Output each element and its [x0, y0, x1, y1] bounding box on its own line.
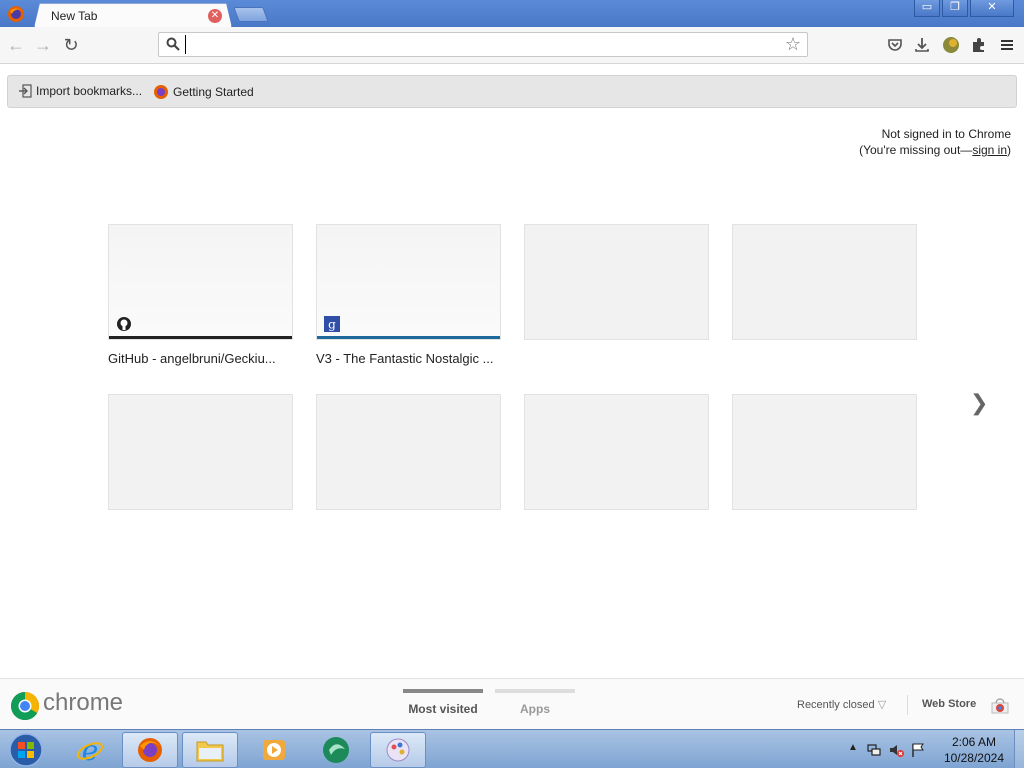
- bookmarks-bar: Import bookmarks... Getting Started: [7, 75, 1017, 108]
- pocket-icon[interactable]: [886, 36, 904, 54]
- profile-avatar-icon[interactable]: [942, 36, 960, 54]
- signin-notice: Not signed in to Chrome (You're missing …: [859, 126, 1011, 158]
- windows-taskbar: e ▲ 2:06 AM 10/28/2024: [0, 729, 1024, 768]
- tile-v3[interactable]: g: [316, 224, 501, 340]
- svg-text:e: e: [82, 735, 99, 765]
- tab-apps-label: Apps: [520, 702, 550, 716]
- signin-prefix: (You're missing out—: [859, 143, 973, 157]
- search-icon: [166, 37, 180, 51]
- tab-apps[interactable]: Apps: [495, 689, 575, 716]
- import-icon: [19, 84, 32, 98]
- tile-github[interactable]: [108, 224, 293, 340]
- getting-started-label: Getting Started: [173, 85, 254, 99]
- show-desktop-button[interactable]: [1014, 730, 1024, 768]
- import-bookmarks-item[interactable]: Import bookmarks...: [18, 84, 142, 98]
- tab-most-visited-label: Most visited: [408, 702, 478, 716]
- tile-empty: [732, 394, 917, 510]
- firefox-icon: [138, 738, 162, 762]
- chrome-wordmark: chrome: [43, 689, 124, 716]
- recently-closed-menu[interactable]: Recently closed ▽: [797, 698, 886, 711]
- close-window-button[interactable]: ✕: [970, 0, 1014, 17]
- taskbar-app-green[interactable]: [308, 732, 364, 768]
- tab-close-icon[interactable]: ✕: [208, 9, 222, 23]
- green-app-icon: [323, 737, 349, 763]
- signin-suffix: ): [1007, 143, 1011, 157]
- network-icon[interactable]: [866, 742, 882, 758]
- back-button[interactable]: ←: [6, 35, 26, 55]
- show-hidden-icons-icon[interactable]: ▲: [848, 742, 864, 758]
- forward-button[interactable]: →: [33, 35, 53, 55]
- tab-indicator: [495, 689, 575, 693]
- tile-title[interactable]: GitHub - angelbruni/Geckiu...: [108, 351, 298, 366]
- recently-closed-label: Recently closed: [797, 699, 875, 711]
- github-icon: [117, 317, 131, 331]
- clock-date: 10/28/2024: [943, 751, 1004, 765]
- new-tab-button[interactable]: [233, 7, 269, 22]
- ntp-footer: chrome Most visited Apps Recently closed…: [0, 678, 1024, 730]
- tile-empty: [108, 394, 293, 510]
- footer-divider: [907, 695, 908, 715]
- firefox-icon: [154, 85, 168, 99]
- tile-empty: [524, 224, 709, 340]
- internet-explorer-icon: e: [76, 735, 104, 765]
- reload-button[interactable]: ↻: [61, 35, 81, 55]
- folder-icon: [196, 741, 224, 762]
- sign-in-link[interactable]: sign in: [972, 143, 1007, 157]
- minimize-button[interactable]: ▭: [914, 0, 940, 17]
- media-player-icon: [263, 740, 285, 760]
- taskbar-app-paint[interactable]: [370, 732, 426, 768]
- tile-empty: [732, 224, 917, 340]
- tab-most-visited[interactable]: Most visited: [403, 689, 483, 716]
- extensions-puzzle-icon[interactable]: [970, 36, 988, 54]
- menu-icon[interactable]: [998, 36, 1016, 54]
- paint-app-icon: [386, 738, 410, 762]
- title-bar: New Tab ✕ ▭ ❐ ✕: [0, 0, 1024, 28]
- system-tray: ▲ 2:06 AM 10/28/2024: [844, 730, 1024, 768]
- omnibox[interactable]: ☆: [158, 32, 808, 57]
- taskbar-explorer[interactable]: [182, 732, 238, 768]
- next-page-chevron-icon[interactable]: ❯: [970, 390, 988, 416]
- svg-text:g: g: [328, 318, 336, 332]
- signin-status: Not signed in to Chrome: [881, 127, 1011, 141]
- firefox-app-icon[interactable]: [7, 5, 25, 23]
- google-icon: g: [324, 316, 340, 332]
- web-store-link[interactable]: Web Store: [922, 698, 976, 710]
- tab-title: New Tab: [51, 9, 98, 23]
- volume-muted-icon[interactable]: [888, 742, 904, 758]
- tile-empty: [316, 394, 501, 510]
- dropdown-icon: ▽: [877, 699, 887, 711]
- action-center-flag-icon[interactable]: [910, 742, 926, 758]
- taskbar-firefox[interactable]: [122, 732, 178, 768]
- window-controls: ▭ ❐ ✕: [914, 0, 1014, 17]
- restore-button[interactable]: ❐: [942, 0, 968, 17]
- taskbar-media-player[interactable]: [246, 732, 302, 768]
- taskbar-ie[interactable]: e: [62, 732, 118, 768]
- browser-toolbar: ← → ↻ ☆: [0, 27, 1024, 64]
- clock-time: 2:06 AM: [951, 735, 996, 749]
- tile-title[interactable]: V3 - The Fantastic Nostalgic ...: [316, 351, 506, 366]
- tab-new-tab[interactable]: New Tab ✕: [34, 3, 232, 28]
- system-clock[interactable]: 2:06 AM 10/28/2024: [944, 734, 1004, 766]
- bookmark-star-icon[interactable]: ☆: [783, 34, 803, 54]
- tile-empty: [524, 394, 709, 510]
- tile-accent-bar: [317, 336, 500, 339]
- import-bookmarks-label: Import bookmarks...: [36, 84, 143, 98]
- tab-indicator: [403, 689, 483, 693]
- tile-accent-bar: [109, 336, 292, 339]
- start-button-icon[interactable]: [6, 732, 46, 768]
- getting-started-item[interactable]: Getting Started: [153, 84, 254, 100]
- chrome-logo-icon: [11, 692, 39, 720]
- address-input[interactable]: [185, 35, 775, 54]
- download-icon[interactable]: [913, 36, 931, 54]
- web-store-icon[interactable]: [990, 695, 1010, 715]
